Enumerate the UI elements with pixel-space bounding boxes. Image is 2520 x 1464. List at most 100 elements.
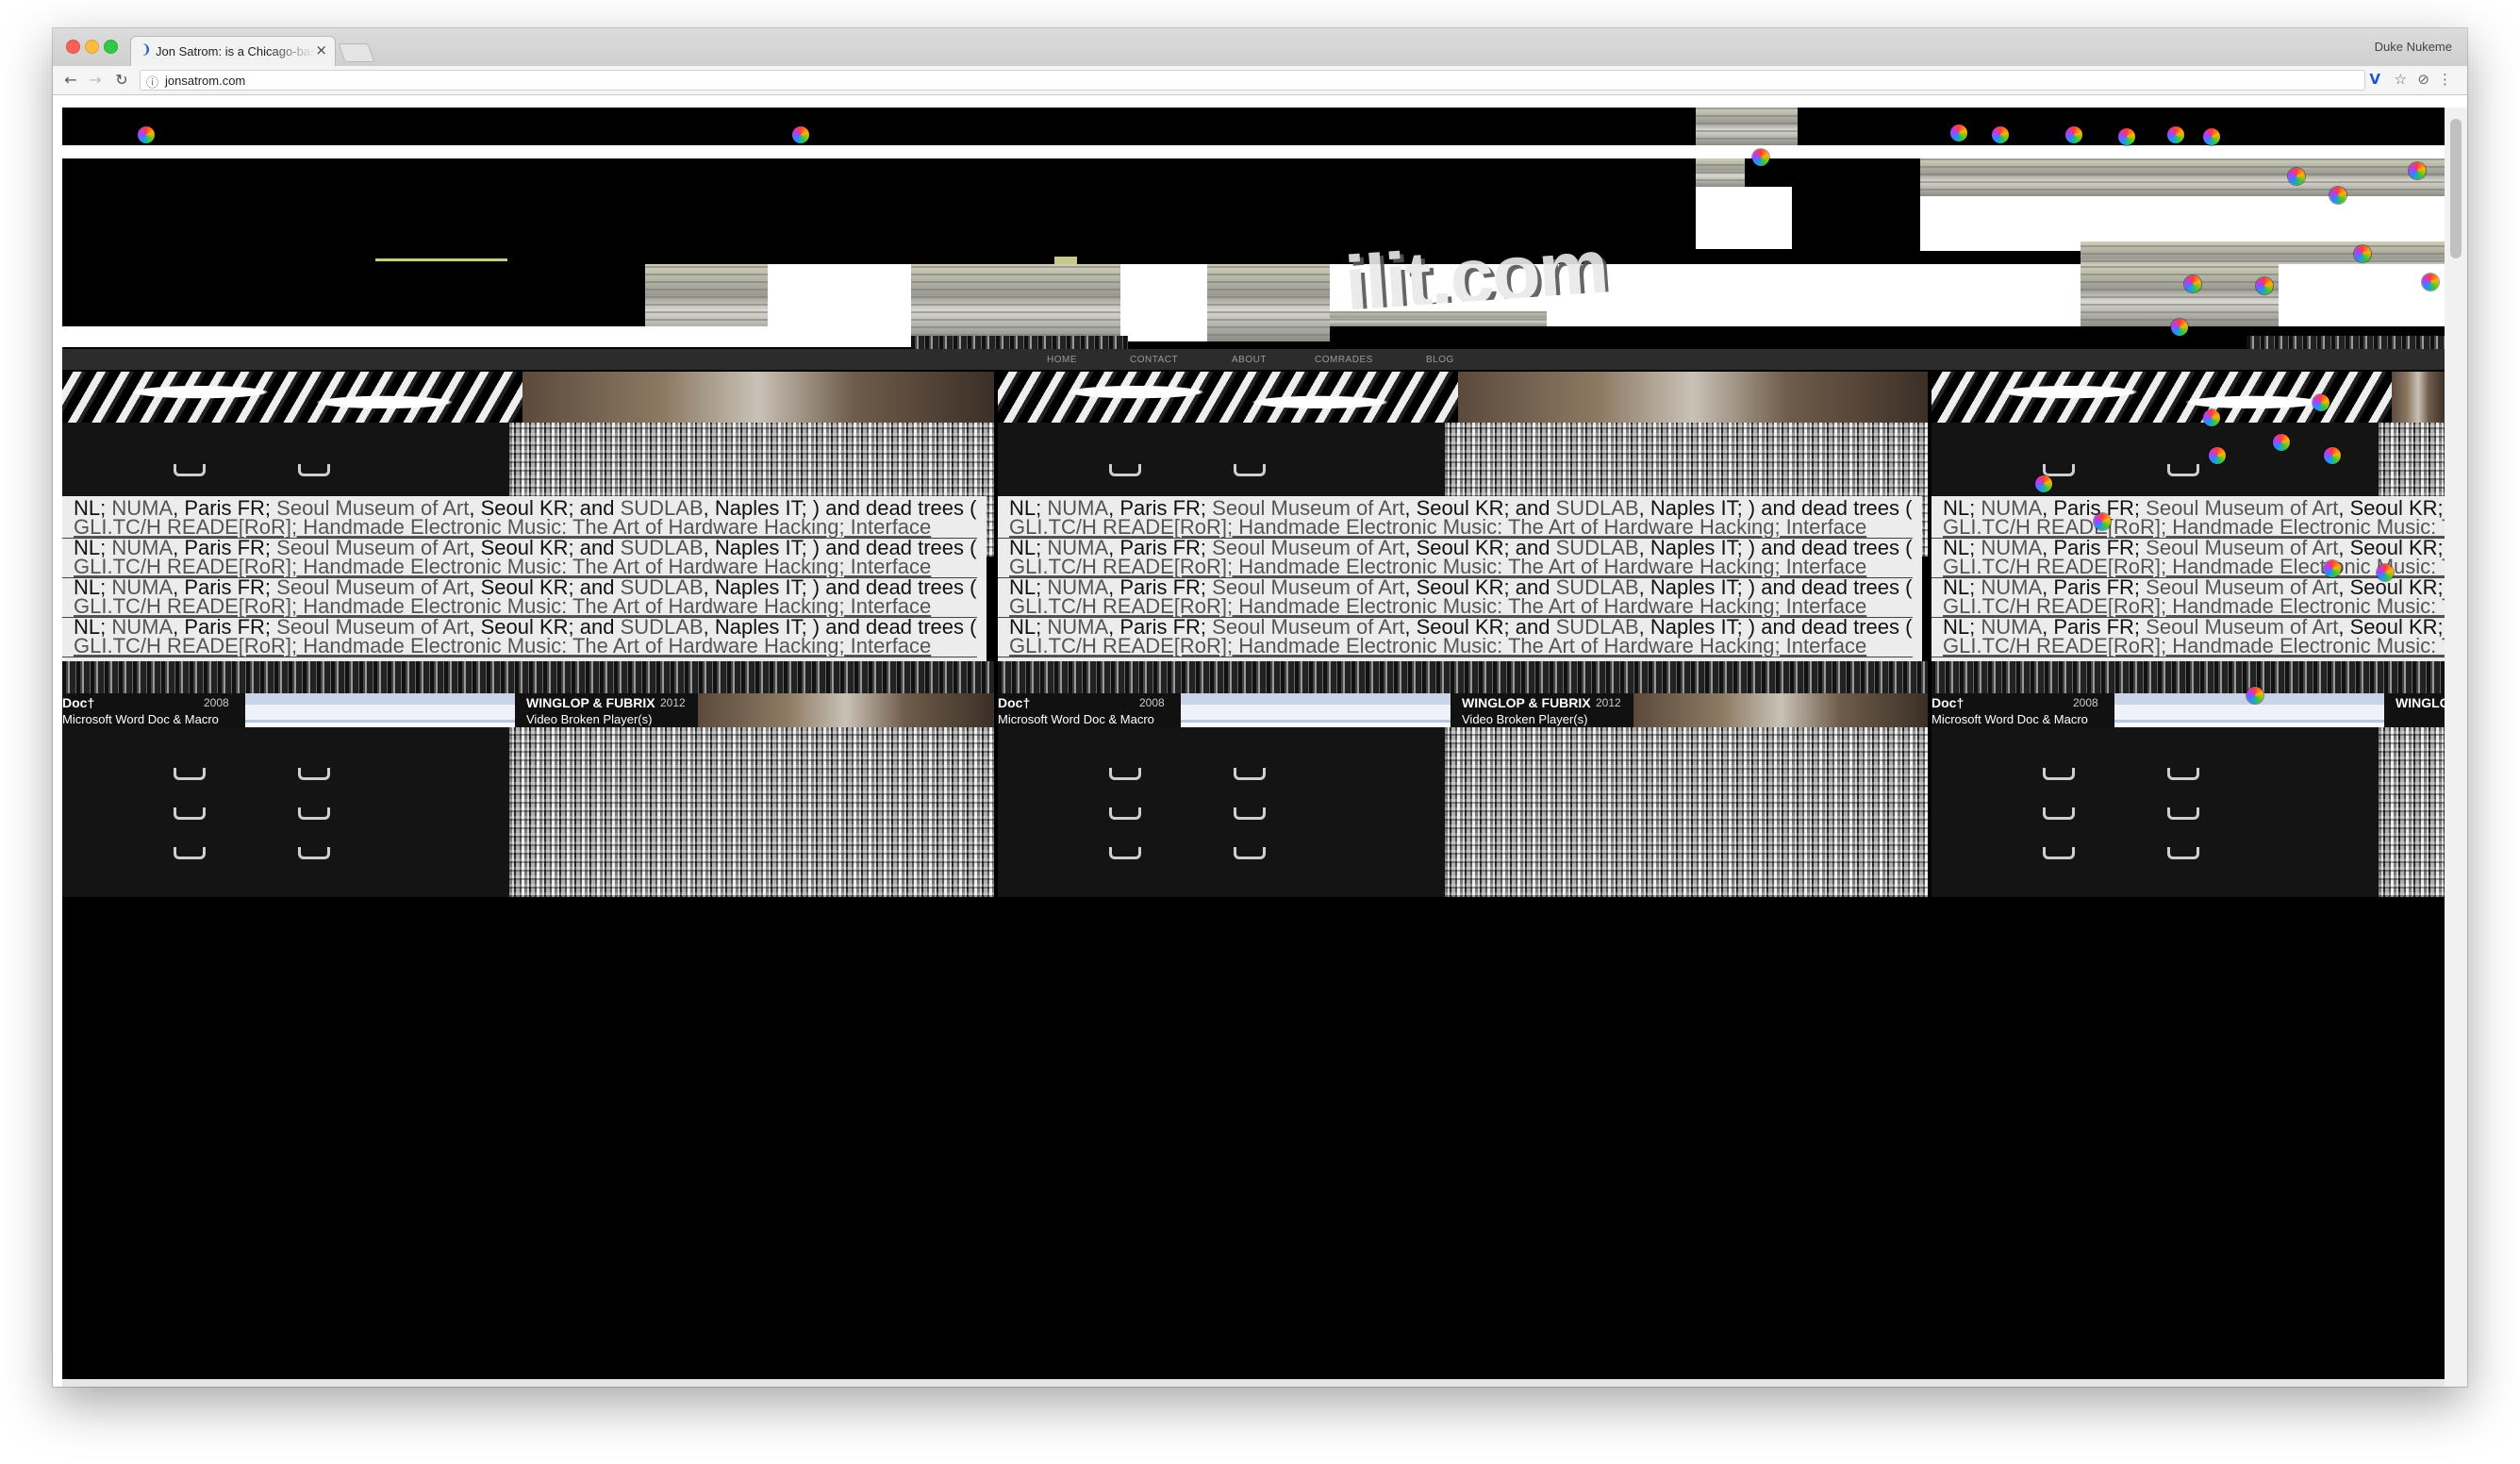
- spinning-wheel-icon: [1992, 126, 2009, 143]
- chevron-icon: [174, 807, 206, 820]
- spinning-wheel-icon: [2354, 245, 2371, 262]
- back-arrow-icon[interactable]: ←: [60, 70, 81, 91]
- shield-icon[interactable]: ⊘: [2417, 71, 2429, 88]
- tile-title[interactable]: WINGLOP & FUBRIX: [526, 695, 655, 710]
- forward-arrow-icon[interactable]: →: [85, 70, 106, 91]
- v-extension-icon[interactable]: V: [2369, 71, 2380, 88]
- header-white-block: [1696, 187, 1792, 249]
- vertical-scrollbar[interactable]: [2445, 108, 2467, 1387]
- spinning-wheel-icon: [2065, 126, 2082, 143]
- spinning-wheel-icon: [2035, 475, 2052, 492]
- spinning-wheel-icon: [2273, 434, 2290, 451]
- nav-contact-link[interactable]: CONTACT: [1130, 355, 1178, 365]
- glitch-block: [1207, 264, 1330, 341]
- spinning-wheel-icon: [1752, 149, 1769, 166]
- nav-about-link[interactable]: ABOUT: [1232, 355, 1267, 365]
- tab-title: Jon Satrom: is a Chicago-based: [156, 44, 316, 58]
- address-bar[interactable]: ⓘ jonsatrom.com: [140, 70, 2365, 91]
- artwork-thumbnail[interactable]: [998, 372, 1458, 423]
- spinning-wheel-icon: [2422, 274, 2439, 291]
- glitch-block: [1696, 158, 1745, 187]
- chevron-icon: [2043, 464, 2075, 476]
- spinning-wheel-icon: [2171, 319, 2188, 336]
- chevron-icon: [1234, 807, 1266, 820]
- artwork-thumbnail[interactable]: [245, 693, 515, 727]
- chevron-icon: [1234, 768, 1266, 780]
- glitch-block: [1920, 158, 2445, 196]
- artwork-thumbnail[interactable]: [1633, 693, 1928, 727]
- nav-comrades-link[interactable]: COMRADES: [1315, 355, 1373, 365]
- description-text-panel: NL; NUMA, Paris FR; Seoul Museum of Art,…: [998, 496, 1922, 661]
- title-bar: ❩ Jon Satrom: is a Chicago-based × Duke …: [53, 28, 2467, 67]
- info-icon[interactable]: ⓘ: [146, 73, 158, 91]
- artwork-thumbnail[interactable]: [1458, 372, 1928, 423]
- artwork-thumbnail[interactable]: [1181, 693, 1451, 727]
- spinning-wheel-icon: [2184, 275, 2201, 292]
- chevron-icon: [1109, 768, 1141, 780]
- glitch-block: [911, 264, 1120, 341]
- favicon-icon: ❩: [141, 42, 152, 58]
- spinning-wheel-icon: [2203, 128, 2220, 145]
- star-icon[interactable]: ☆: [2395, 71, 2407, 88]
- spinning-wheel-icon: [2203, 409, 2220, 426]
- chevron-icon: [1109, 807, 1141, 820]
- artwork-thumbnail[interactable]: [698, 693, 994, 727]
- url-text[interactable]: jonsatrom.com: [165, 74, 245, 88]
- tile-year: 2012: [1596, 696, 1621, 709]
- kebab-menu-icon[interactable]: ⋮: [2438, 71, 2452, 88]
- tile-subtitle: Microsoft Word Doc & Macro: [1931, 712, 2088, 726]
- horizontal-scrollbar[interactable]: [62, 1379, 2445, 1387]
- chevron-icon: [1109, 847, 1141, 859]
- minimize-window-button[interactable]: [85, 40, 99, 54]
- dark-tile: [1931, 727, 2379, 897]
- tab-close-icon[interactable]: ×: [315, 42, 327, 58]
- spinning-wheel-icon: [1950, 125, 1967, 141]
- glitch-block: [1330, 311, 1547, 326]
- profile-name[interactable]: Duke Nukeme: [2375, 40, 2452, 54]
- spinning-wheel-icon: [2209, 447, 2226, 464]
- nav-blog-link[interactable]: BLOG: [1426, 355, 1454, 365]
- description-text-panel: NL; NUMA, Paris FR; Seoul Museum of Art,…: [1931, 496, 2445, 661]
- chevron-icon: [2043, 807, 2075, 820]
- publications-link-line[interactable]: GLI.TC/H READE[RoR]; Handmade Electronic…: [1943, 634, 2445, 658]
- chevron-icon: [2167, 464, 2199, 476]
- maximize-window-button[interactable]: [104, 40, 118, 54]
- tile-year: 2008: [2073, 696, 2098, 709]
- tile-title[interactable]: Doc†: [998, 695, 1030, 710]
- spinning-wheel-icon: [2118, 128, 2135, 145]
- chevron-icon: [298, 847, 330, 859]
- spinning-wheel-icon: [2313, 394, 2329, 411]
- chevron-icon: [2043, 768, 2075, 780]
- tile-title[interactable]: Doc†: [1931, 695, 1964, 710]
- noise-strip: [911, 336, 1128, 349]
- artwork-thumbnail[interactable]: [62, 372, 522, 423]
- spinning-wheel-icon: [2324, 560, 2341, 577]
- caption-background: WINGLOP & FUBRIX: [2384, 693, 2445, 727]
- scrollbar-thumb[interactable]: [2450, 119, 2462, 258]
- tile-title[interactable]: WINGLOP & FUBRIX: [2396, 695, 2445, 710]
- tile-title[interactable]: Doc†: [62, 695, 94, 710]
- header-white-band: [62, 326, 911, 347]
- artwork-thumbnail[interactable]: [522, 372, 994, 423]
- noise-tile: [2379, 727, 2445, 897]
- tile-year: 2012: [660, 696, 686, 709]
- spinning-wheel-icon: [2377, 564, 2394, 581]
- tile-title[interactable]: WINGLOP & FUBRIX: [1462, 695, 1591, 710]
- reload-icon[interactable]: ↻: [111, 70, 132, 91]
- glitch-block: [2081, 264, 2279, 326]
- close-window-button[interactable]: [66, 40, 80, 54]
- publications-link-line[interactable]: GLI.TC/H READE[RoR]; Handmade Electronic…: [74, 634, 931, 658]
- nav-home-link[interactable]: HOME: [1047, 355, 1077, 365]
- publications-link-line[interactable]: GLI.TC/H READE[RoR]; Handmade Electronic…: [1009, 634, 1866, 658]
- artwork-thumbnail[interactable]: [2392, 372, 2445, 423]
- new-tab-button[interactable]: [338, 43, 375, 62]
- site-navigation: HOME CONTACT ABOUT COMRADES BLOG: [62, 349, 2445, 370]
- tile-subtitle: Video Broken Player(s): [526, 712, 653, 726]
- chevron-icon: [174, 768, 206, 780]
- glitch-streak: [1054, 257, 1077, 264]
- spinning-wheel-icon: [138, 126, 155, 143]
- browser-tab[interactable]: ❩ Jon Satrom: is a Chicago-based ×: [130, 36, 336, 66]
- chevron-icon: [1234, 847, 1266, 859]
- description-text-panel: NL; NUMA, Paris FR; Seoul Museum of Art,…: [62, 496, 986, 661]
- tile-subtitle: Microsoft Word Doc & Macro: [62, 712, 219, 726]
